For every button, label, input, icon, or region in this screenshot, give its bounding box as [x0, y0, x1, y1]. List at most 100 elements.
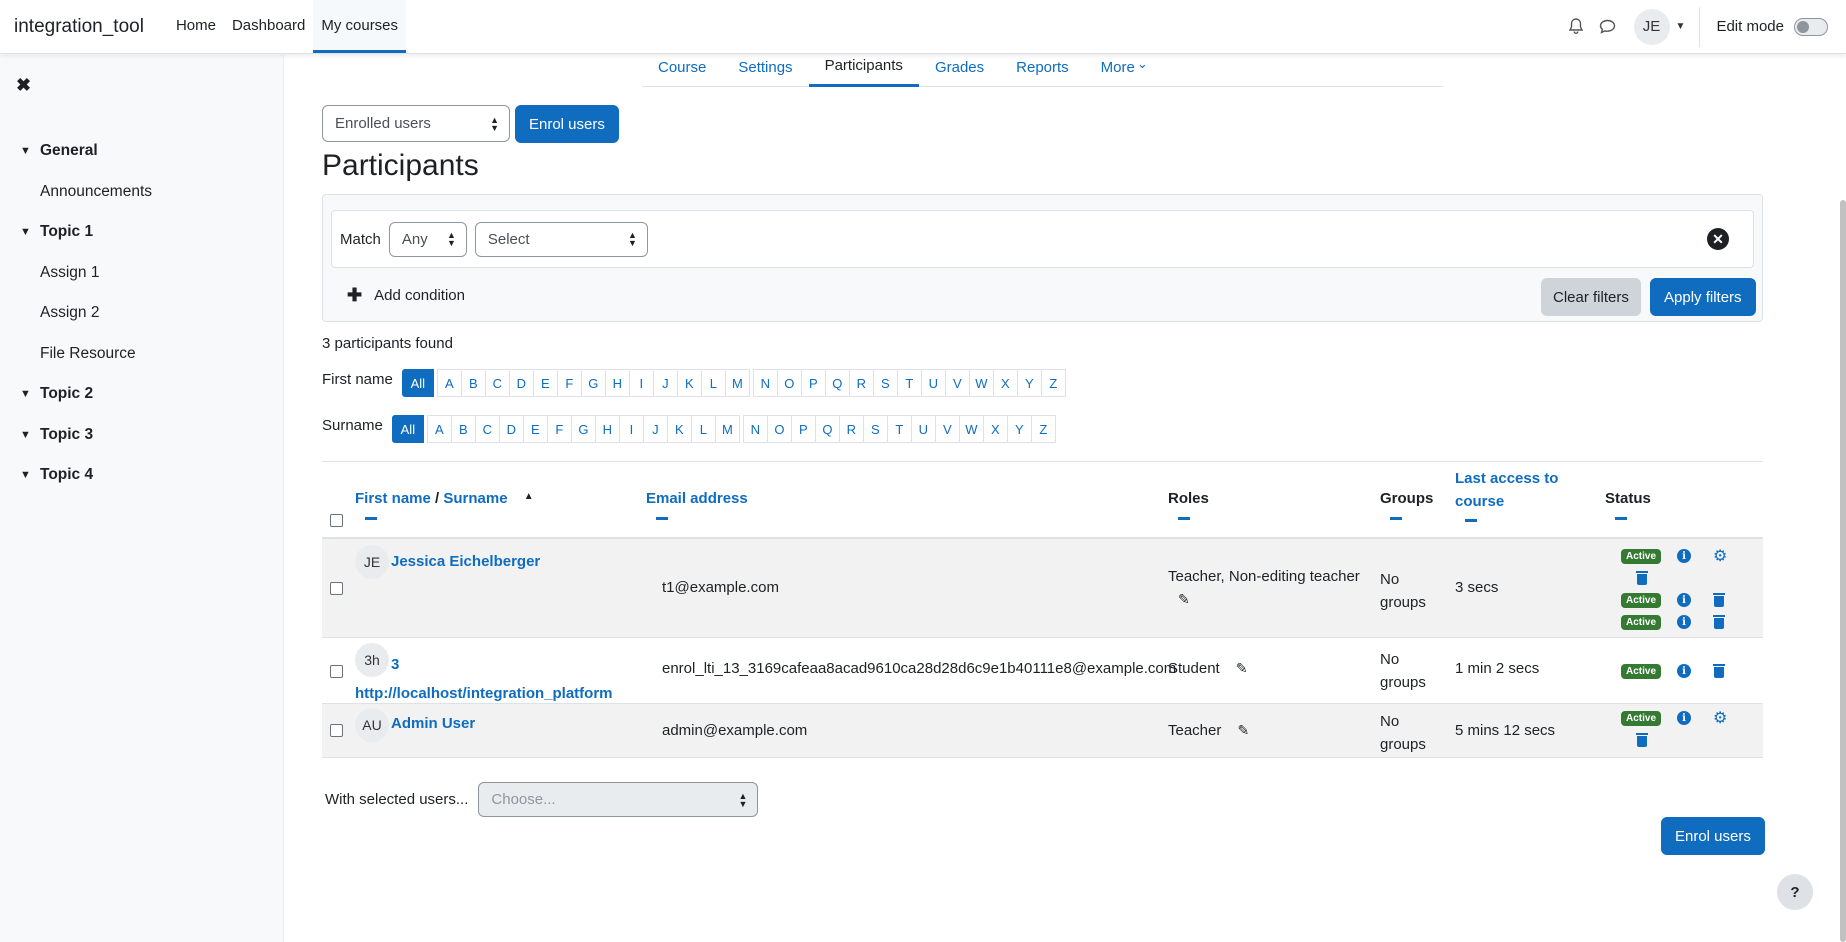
section-topic-3[interactable]: ▼ Topic 3	[0, 415, 284, 456]
nav-home[interactable]: Home	[168, 0, 224, 53]
surname-initial-s[interactable]: S	[862, 415, 888, 443]
surname-initial-all[interactable]: All	[391, 415, 424, 443]
info-icon[interactable]: i	[1677, 615, 1692, 629]
gear-icon[interactable]: ⚙	[1713, 708, 1727, 728]
collapse-column-icon[interactable]	[1178, 517, 1190, 520]
sort-first-name-link[interactable]: First name	[355, 490, 431, 507]
first-name-initial-p[interactable]: P	[800, 369, 826, 397]
activity-file-resource[interactable]: File Resource	[0, 334, 284, 375]
surname-initial-t[interactable]: T	[886, 415, 912, 443]
trash-icon[interactable]	[1636, 571, 1648, 585]
first-name-initial-k[interactable]: K	[676, 369, 702, 397]
first-name-initial-m[interactable]: M	[724, 369, 750, 397]
first-name-initial-v[interactable]: V	[944, 369, 970, 397]
sort-email-link[interactable]: Email address	[646, 490, 748, 507]
trash-icon[interactable]	[1713, 615, 1726, 629]
surname-initial-p[interactable]: P	[790, 415, 816, 443]
surname-initial-j[interactable]: J	[642, 415, 668, 443]
bulk-action-select[interactable]: Choose... ▲ ▼	[478, 782, 759, 817]
edit-mode-toggle[interactable]	[1794, 17, 1828, 36]
first-name-initial-b[interactable]: B	[460, 369, 486, 397]
edit-roles-pencil-icon[interactable]: ✎	[1178, 591, 1190, 608]
surname-initial-b[interactable]: B	[450, 415, 476, 443]
surname-initial-n[interactable]: N	[742, 415, 768, 443]
surname-initial-v[interactable]: V	[934, 415, 960, 443]
first-name-initial-s[interactable]: S	[872, 369, 898, 397]
surname-initial-k[interactable]: K	[666, 415, 692, 443]
surname-initial-h[interactable]: H	[594, 415, 620, 443]
row-checkbox[interactable]	[330, 582, 343, 595]
add-condition-button[interactable]: ✚ Add condition	[347, 285, 465, 306]
surname-initial-u[interactable]: U	[910, 415, 936, 443]
surname-initial-i[interactable]: I	[618, 415, 644, 443]
surname-initial-q[interactable]: Q	[814, 415, 840, 443]
first-name-initial-l[interactable]: L	[700, 369, 726, 397]
surname-initial-x[interactable]: X	[982, 415, 1008, 443]
first-name-initial-a[interactable]: A	[436, 369, 462, 397]
user-menu[interactable]: JE ▼	[1633, 8, 1685, 45]
first-name-initial-j[interactable]: J	[652, 369, 678, 397]
surname-initial-f[interactable]: F	[546, 415, 572, 443]
surname-initial-g[interactable]: G	[570, 415, 596, 443]
enrol-users-button[interactable]: Enrol users	[515, 105, 619, 143]
first-name-initial-x[interactable]: X	[992, 369, 1018, 397]
first-name-initial-o[interactable]: O	[776, 369, 802, 397]
bell-icon[interactable]	[1560, 11, 1592, 43]
enrol-users-button-bottom[interactable]: Enrol users	[1661, 817, 1765, 855]
info-icon[interactable]: i	[1677, 549, 1692, 563]
chat-icon[interactable]	[1592, 11, 1624, 43]
sort-surname-link[interactable]: Surname	[443, 490, 507, 507]
collapse-column-icon[interactable]	[365, 517, 377, 520]
first-name-initial-q[interactable]: Q	[824, 369, 850, 397]
edit-roles-pencil-icon[interactable]: ✎	[1236, 660, 1248, 677]
first-name-initial-all[interactable]: All	[401, 369, 434, 397]
first-name-initial-w[interactable]: W	[968, 369, 994, 397]
section-general[interactable]: ▼ General	[0, 131, 284, 172]
collapse-column-icon[interactable]	[1390, 517, 1402, 520]
clear-filters-button[interactable]: Clear filters	[1541, 278, 1641, 316]
match-select[interactable]: Any ▲ ▼	[388, 221, 467, 257]
section-topic-4[interactable]: ▼ Topic 4	[0, 455, 284, 496]
first-name-initial-n[interactable]: N	[752, 369, 778, 397]
first-name-initial-e[interactable]: E	[532, 369, 558, 397]
first-name-initial-z[interactable]: Z	[1040, 369, 1066, 397]
surname-initial-r[interactable]: R	[838, 415, 864, 443]
nav-dashboard[interactable]: Dashboard	[224, 0, 313, 53]
surname-initial-e[interactable]: E	[522, 415, 548, 443]
trash-icon[interactable]	[1713, 593, 1726, 607]
surname-initial-d[interactable]: D	[498, 415, 524, 443]
section-topic-1[interactable]: ▼ Topic 1	[0, 212, 284, 253]
first-name-initial-h[interactable]: H	[604, 369, 630, 397]
activity-assign-2[interactable]: Assign 2	[0, 293, 284, 334]
user-profile-link[interactable]: 3 http://localhost/integration_platform	[355, 650, 613, 708]
surname-initial-a[interactable]: A	[426, 415, 452, 443]
surname-initial-z[interactable]: Z	[1030, 415, 1056, 443]
surname-initial-l[interactable]: L	[690, 415, 716, 443]
collapse-column-icon[interactable]	[1465, 519, 1477, 522]
first-name-initial-d[interactable]: D	[508, 369, 534, 397]
edit-roles-pencil-icon[interactable]: ✎	[1238, 722, 1250, 739]
filter-type-select[interactable]: Select ▲ ▼	[474, 221, 648, 257]
enrolment-method-select[interactable]: Enrolled users ▲ ▼	[322, 105, 510, 142]
surname-initial-y[interactable]: Y	[1006, 415, 1032, 443]
apply-filters-button[interactable]: Apply filters	[1650, 278, 1756, 316]
sort-last-access-link[interactable]: Last access to course	[1455, 470, 1558, 510]
section-topic-2[interactable]: ▼ Topic 2	[0, 374, 284, 415]
first-name-initial-u[interactable]: U	[920, 369, 946, 397]
surname-initial-o[interactable]: O	[766, 415, 792, 443]
user-profile-link[interactable]: Admin User	[391, 715, 475, 732]
trash-icon[interactable]	[1636, 733, 1648, 747]
info-icon[interactable]: i	[1677, 711, 1692, 725]
help-icon[interactable]: ?	[1777, 874, 1813, 910]
page-scrollbar[interactable]	[1840, 200, 1846, 942]
site-brand[interactable]: integration_tool	[0, 0, 168, 53]
row-checkbox[interactable]	[330, 724, 343, 737]
first-name-initial-r[interactable]: R	[848, 369, 874, 397]
first-name-initial-i[interactable]: I	[628, 369, 654, 397]
trash-icon[interactable]	[1713, 664, 1726, 678]
close-icon[interactable]: ✖	[16, 75, 31, 96]
surname-initial-c[interactable]: C	[474, 415, 500, 443]
first-name-initial-t[interactable]: T	[896, 369, 922, 397]
info-icon[interactable]: i	[1677, 664, 1692, 678]
collapse-column-icon[interactable]	[1615, 517, 1627, 520]
